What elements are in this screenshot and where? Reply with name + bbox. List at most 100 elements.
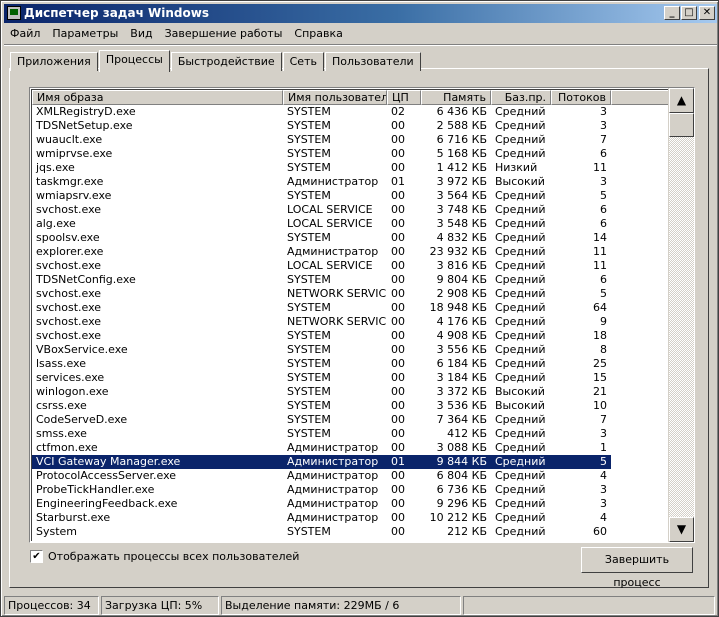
row-priority: Средний <box>495 259 546 272</box>
process-row[interactable]: XMLRegistryD.exe SYSTEM 02 6 436 КБ Средний 3 <box>32 105 693 119</box>
row-priority: Средний <box>495 119 546 132</box>
scroll-up-button[interactable]: ▲ <box>669 88 694 113</box>
title-bar[interactable]: Диспетчер задач Windows _ □ ✕ <box>4 4 717 23</box>
process-row[interactable]: csrss.exe SYSTEM 00 3 536 КБ Высокий 10 <box>32 399 693 413</box>
process-row[interactable]: jqs.exe SYSTEM 00 1 412 КБ Низкий 11 <box>32 161 693 175</box>
row-user-name: Администратор <box>283 455 387 469</box>
row-user-name: SYSTEM <box>287 273 331 286</box>
row-priority: Средний <box>495 287 546 300</box>
checkbox-check-icon[interactable]: ✔ <box>30 550 43 563</box>
scroll-down-button[interactable]: ▼ <box>669 517 694 542</box>
row-priority: Средний <box>495 357 546 370</box>
process-row[interactable]: svchost.exe NETWORK SERVICE 00 4 176 КБ Сред… <box>32 315 693 329</box>
process-row[interactable]: ctfmon.exe Администратор 00 3 088 КБ Средний… <box>32 441 693 455</box>
tab-networking[interactable]: Сеть <box>282 52 324 71</box>
tab-performance[interactable]: Быстродействие <box>170 52 282 71</box>
row-cpu: 00 <box>391 427 405 440</box>
process-row[interactable]: wuauclt.exe SYSTEM 00 6 716 КБ Средний 7 <box>32 133 693 147</box>
row-image-name: svchost.exe <box>36 315 102 328</box>
row-cpu: 00 <box>391 315 405 328</box>
process-row[interactable]: ProbeTickHandler.exe Администратор 00 6 736… <box>32 483 693 497</box>
show-all-users-checkbox[interactable]: ✔ Отображать процессы всех пользователей <box>30 550 299 563</box>
menu-shutdown[interactable]: Завершение работы <box>159 24 289 43</box>
process-row[interactable]: lsass.exe SYSTEM 00 6 184 КБ Средний 25 <box>32 357 693 371</box>
row-cpu: 00 <box>391 161 405 174</box>
process-row[interactable]: svchost.exe LOCAL SERVICE 00 3 748 КБ Средни… <box>32 203 693 217</box>
column-memory[interactable]: Память <box>421 90 491 105</box>
row-image-name: Starburst.exe <box>36 511 111 524</box>
row-memory: 3 748 КБ <box>436 203 487 216</box>
row-threads: 14 <box>593 231 607 244</box>
row-cpu: 00 <box>391 371 405 384</box>
row-priority: Средний <box>491 455 551 469</box>
row-image-name: spoolsv.exe <box>36 231 100 244</box>
process-row[interactable]: TDSNetSetup.exe SYSTEM 00 2 588 КБ Средний 3 <box>32 119 693 133</box>
process-row[interactable]: Starburst.exe Администратор 00 10 212 КБ Сре… <box>32 511 693 525</box>
menu-file[interactable]: Файл <box>4 24 46 43</box>
process-list[interactable]: Имя образа Имя пользователя ЦП Память Ба… <box>29 87 695 543</box>
column-image-name[interactable]: Имя образа <box>32 90 283 105</box>
row-priority: Средний <box>495 231 546 244</box>
tab-users[interactable]: Пользователи <box>324 52 421 71</box>
row-threads: 7 <box>600 413 607 426</box>
row-user-name: Администратор <box>287 483 379 496</box>
scroll-thumb[interactable] <box>669 113 694 137</box>
row-image-name: ProtocolAccessServer.exe <box>36 469 177 482</box>
row-user-name: LOCAL SERVICE <box>287 259 373 272</box>
row-threads: 5 <box>600 189 607 202</box>
process-row[interactable]: ProtocolAccessServer.exe Администратор 00 6… <box>32 469 693 483</box>
row-memory: 4 908 КБ <box>436 329 487 342</box>
row-memory: 9 804 КБ <box>436 273 487 286</box>
row-cpu: 00 <box>391 497 405 510</box>
column-priority[interactable]: Баз.пр. <box>491 90 551 105</box>
show-all-users-label: Отображать процессы всех пользователей <box>48 550 300 563</box>
process-row[interactable]: smss.exe SYSTEM 00 412 КБ Средний 3 <box>32 427 693 441</box>
column-user-name[interactable]: Имя пользователя <box>283 90 387 105</box>
minimize-button[interactable]: _ <box>664 6 680 20</box>
row-user-name: NETWORK SERVICE <box>287 287 387 300</box>
menu-help[interactable]: Справка <box>288 24 348 43</box>
process-row[interactable]: EngineeringFeedback.exe Администратор 00 9 … <box>32 497 693 511</box>
process-row[interactable]: VBoxService.exe SYSTEM 00 3 556 КБ Средний 8 <box>32 343 693 357</box>
row-image-name: alg.exe <box>36 217 76 230</box>
process-row[interactable]: svchost.exe SYSTEM 00 18 948 КБ Средний 64 <box>32 301 693 315</box>
row-image-name: TDSNetSetup.exe <box>36 119 133 132</box>
row-cpu: 00 <box>391 483 405 496</box>
vertical-scrollbar[interactable]: ▲ ▼ <box>668 88 694 542</box>
process-row[interactable]: spoolsv.exe SYSTEM 00 4 832 КБ Средний 14 <box>32 231 693 245</box>
monitor-icon <box>7 6 21 20</box>
maximize-button[interactable]: □ <box>681 6 697 20</box>
process-row[interactable]: services.exe SYSTEM 00 3 184 КБ Средний 15 <box>32 371 693 385</box>
row-user-name: SYSTEM <box>287 329 331 342</box>
close-button[interactable]: ✕ <box>699 6 715 20</box>
end-process-button[interactable]: Завершить процесс <box>581 547 693 589</box>
row-image-name: services.exe <box>36 371 105 384</box>
column-threads[interactable]: Потоков <box>551 90 611 105</box>
row-priority: Средний <box>495 189 546 202</box>
row-threads: 7 <box>600 133 607 146</box>
menu-options[interactable]: Параметры <box>46 24 124 43</box>
process-row[interactable]: wmiapsrv.exe SYSTEM 00 3 564 КБ Средний 5 <box>32 189 693 203</box>
process-row[interactable]: svchost.exe SYSTEM 00 4 908 КБ Средний 18 <box>32 329 693 343</box>
row-user-name: SYSTEM <box>287 119 331 132</box>
tab-processes[interactable]: Процессы <box>98 50 170 72</box>
row-threads: 1 <box>600 441 607 454</box>
process-row[interactable]: TDSNetConfig.exe SYSTEM 00 9 804 КБ Средний 6 <box>32 273 693 287</box>
process-row[interactable]: taskmgr.exe Администратор 01 3 972 КБ Высоки… <box>32 175 693 189</box>
process-row[interactable]: wmiprvse.exe SYSTEM 00 5 168 КБ Средний 6 <box>32 147 693 161</box>
process-row[interactable]: svchost.exe LOCAL SERVICE 00 3 816 КБ Средни… <box>32 259 693 273</box>
process-row[interactable]: alg.exe LOCAL SERVICE 00 3 548 КБ Средний 6 <box>32 217 693 231</box>
process-row[interactable]: winlogon.exe SYSTEM 00 3 372 КБ Высокий 21 <box>32 385 693 399</box>
row-image-name: EngineeringFeedback.exe <box>36 497 178 510</box>
menu-view[interactable]: Вид <box>124 24 158 43</box>
process-row[interactable]: svchost.exe NETWORK SERVICE 00 2 908 КБ Сред… <box>32 287 693 301</box>
process-row[interactable]: System SYSTEM 00 212 КБ Средний 60 <box>32 525 693 539</box>
process-row[interactable]: VCI Gateway Manager.exe Администратор 01 9 … <box>32 455 693 469</box>
row-cpu: 01 <box>387 455 421 469</box>
process-row[interactable]: CodeServeD.exe SYSTEM 00 7 364 КБ Средний 7 <box>32 413 693 427</box>
tab-applications[interactable]: Приложения <box>10 52 98 71</box>
arrow-down-icon: ▼ <box>676 522 687 536</box>
row-image-name: CodeServeD.exe <box>36 413 128 426</box>
column-cpu[interactable]: ЦП <box>387 90 421 105</box>
process-row[interactable]: explorer.exe Администратор 00 23 932 КБ Сред… <box>32 245 693 259</box>
